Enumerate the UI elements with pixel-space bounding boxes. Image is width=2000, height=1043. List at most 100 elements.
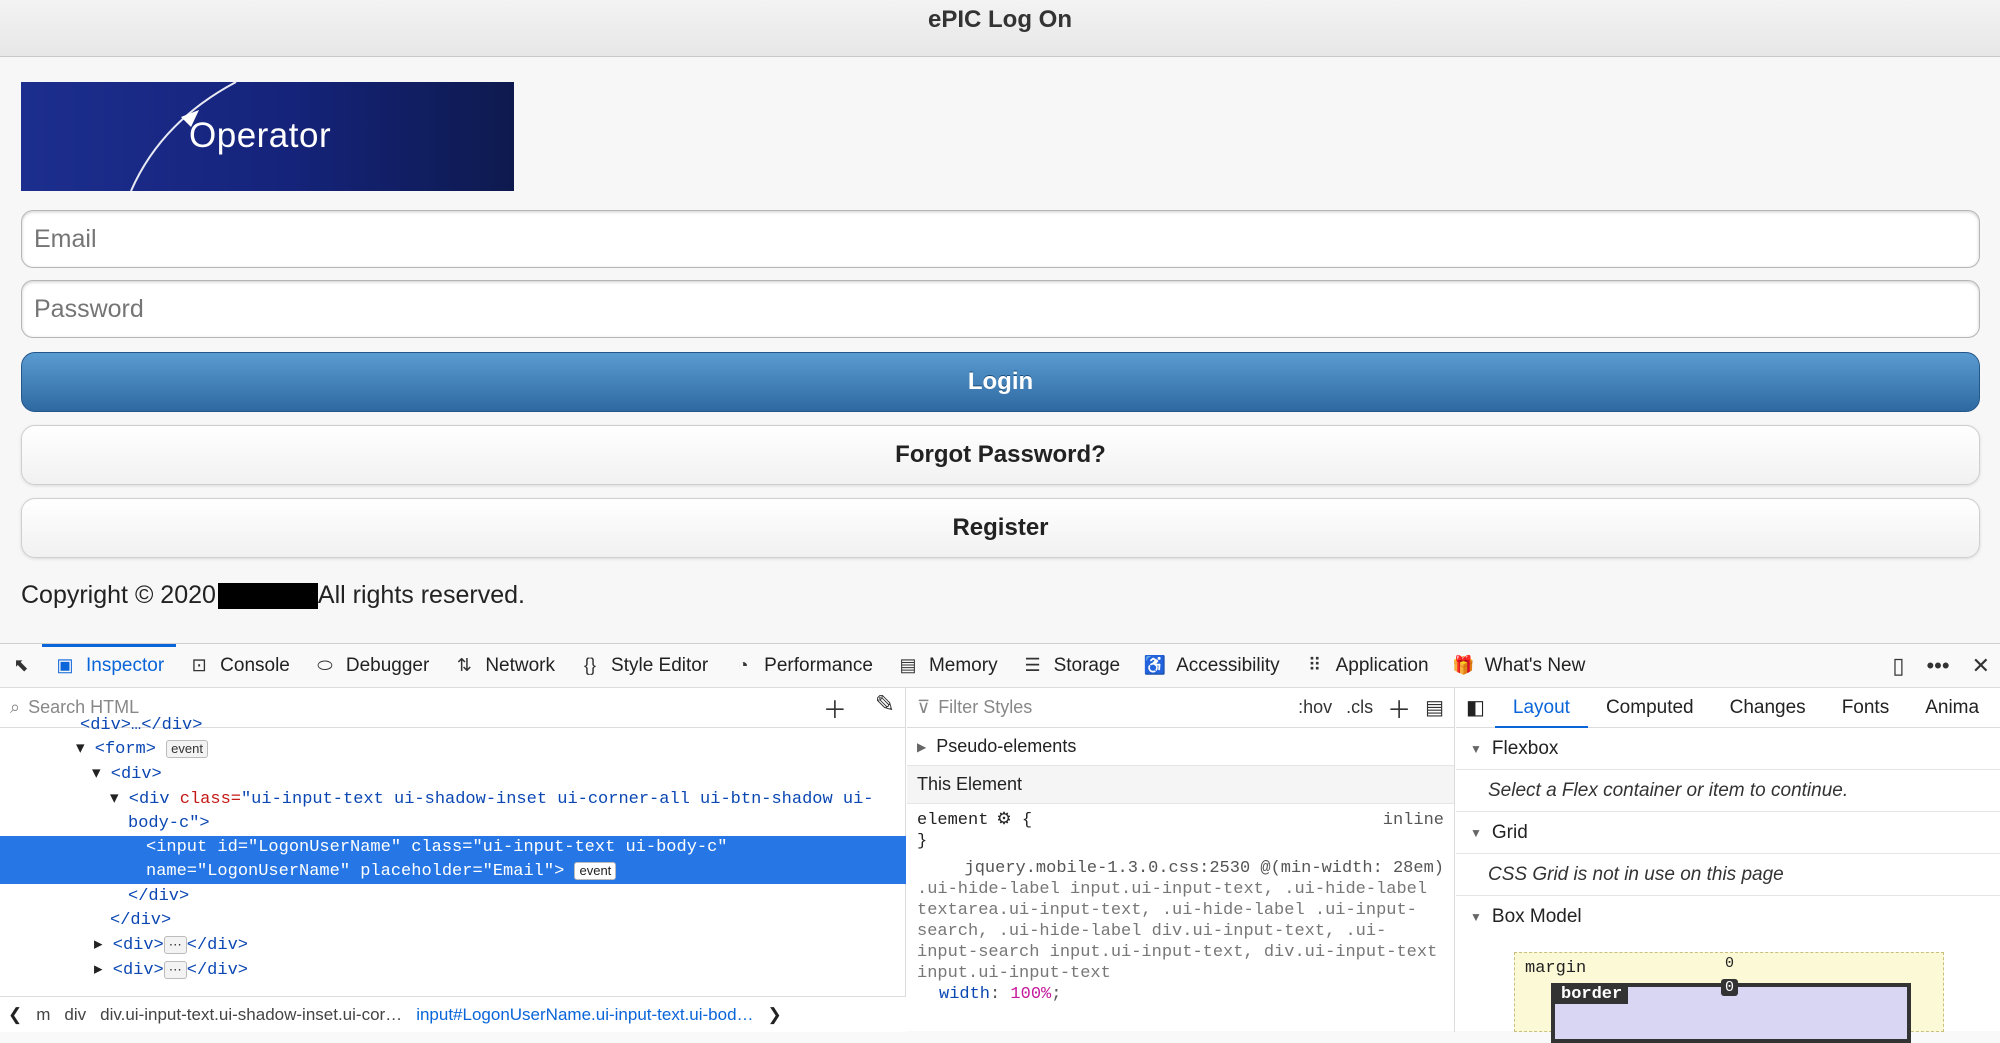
tab-fonts[interactable]: Fonts <box>1824 688 1908 728</box>
ellipsis-badge[interactable]: ⋯ <box>163 961 187 979</box>
pseudo-elements-row[interactable]: ▶ Pseudo-elements <box>907 728 1454 766</box>
tag-text: <form> <box>94 740 156 759</box>
tab-inspector[interactable]: ▣ Inspector <box>42 643 177 688</box>
tab-label: Storage <box>1053 654 1121 676</box>
tab-application[interactable]: ⠿ Application <box>1292 644 1441 688</box>
performance-icon: ◔ <box>737 655 749 675</box>
tab-storage[interactable]: ☰ Storage <box>1010 644 1133 688</box>
border-label: border <box>1555 985 1629 1004</box>
login-button[interactable]: Login <box>21 352 1980 412</box>
scroll-left-icon[interactable]: ❮ <box>8 1005 22 1025</box>
tree-node[interactable]: <div>…</div> <box>0 714 906 738</box>
css-value: 100% <box>1010 985 1052 1004</box>
tab-label: Memory <box>928 654 998 676</box>
breadcrumb-item[interactable]: div.ui-input-text.ui-shadow-inset.ui-cor… <box>100 1005 402 1025</box>
element-picker-button[interactable]: ⬉ <box>0 644 42 688</box>
flexbox-section-header[interactable]: ▼ Flexbox <box>1456 728 2000 770</box>
tree-node-collapsed[interactable]: ▸ <div> ⋯ </div> <box>0 959 906 983</box>
tree-node-continued: body-c"> <box>0 812 906 836</box>
tag-text: </div> <box>110 911 172 930</box>
breadcrumb-item[interactable]: div <box>64 1005 86 1025</box>
tag-text: </div> <box>186 961 248 980</box>
inline-source[interactable]: inline <box>1383 810 1444 831</box>
tab-label: Inspector <box>86 654 165 676</box>
tag-text: <div> <box>112 936 164 955</box>
operator-logo: Operator <box>21 82 514 191</box>
tab-layout[interactable]: Layout <box>1494 688 1589 728</box>
tab-accessibility[interactable]: ♿ Accessibility <box>1132 644 1291 688</box>
tag-text: </div> <box>128 887 190 906</box>
tab-label: Application <box>1335 654 1429 676</box>
register-button[interactable]: Register <box>21 498 1980 558</box>
tab-computed[interactable]: Computed <box>1588 688 1712 728</box>
tree-node-div-class[interactable]: ▾ <div class="ui-input-text ui-shadow-in… <box>0 788 906 812</box>
tab-animations[interactable]: Anima <box>1907 688 1997 728</box>
tree-node-selected-input[interactable]: <input id="LogonUserName" class="ui-inpu… <box>0 836 906 884</box>
responsive-design-icon[interactable]: ▯ <box>1892 653 1904 679</box>
tree-node-div[interactable]: ▾ <div> <box>0 763 906 787</box>
filter-icon: ⊽ <box>917 697 931 717</box>
layout-sidebar: ◧ Layout Computed Changes Fonts Anima ▼ F… <box>1456 688 2000 1043</box>
tab-memory[interactable]: ▤ Memory <box>885 644 1010 688</box>
rule-close: } <box>917 832 928 851</box>
tag-text: <div <box>128 790 180 809</box>
add-rule-icon[interactable]: ＋ <box>1387 690 1411 725</box>
forgot-password-button[interactable]: Forgot Password? <box>21 425 1980 485</box>
element-rule: element ⚙ { inline <box>917 810 1444 831</box>
selected-line-1: <input id="LogonUserName" class="ui-inpu… <box>146 838 728 857</box>
expand-icon: ▶ <box>917 739 927 754</box>
event-badge[interactable]: event <box>574 862 617 880</box>
accessibility-icon: ♿ <box>1143 655 1167 675</box>
tab-performance[interactable]: ◔ Performance <box>720 644 885 688</box>
this-element-label: This Element <box>917 774 1023 794</box>
scroll-right-icon[interactable]: ❯ <box>768 1005 782 1025</box>
close-icon[interactable]: ✕ <box>1972 653 1990 679</box>
tab-debugger[interactable]: ⬭ Debugger <box>302 644 441 688</box>
debugger-icon: ⬭ <box>317 655 333 675</box>
border-box: border 0 <box>1551 979 1911 1043</box>
filter-styles-input[interactable]: Filter Styles <box>938 697 1032 718</box>
pseudo-elements-label: Pseudo-elements <box>936 736 1077 756</box>
network-icon: ⇅ <box>456 655 472 675</box>
tab-console[interactable]: ⊡ Console <box>176 644 302 688</box>
cls-toggle[interactable]: .cls <box>1346 697 1373 718</box>
hov-toggle[interactable]: :hov <box>1298 697 1332 718</box>
ellipsis-badge[interactable]: ⋯ <box>163 936 187 954</box>
print-media-icon[interactable]: ▤ <box>1425 695 1444 720</box>
tree-node-close[interactable]: </div> <box>0 909 906 933</box>
tab-label: Accessibility <box>1176 654 1280 676</box>
breadcrumb-item[interactable]: input#LogonUserName.ui-input-text.ui-bod… <box>416 1005 753 1025</box>
this-element-header: This Element <box>907 766 1454 804</box>
tab-whats-new[interactable]: 🎁 What's New <box>1441 644 1598 688</box>
more-options-icon[interactable]: ••• <box>1926 653 1949 679</box>
password-field[interactable] <box>21 280 1980 338</box>
section-title: Flexbox <box>1491 737 1559 759</box>
tree-node-collapsed[interactable]: ▸ <div> ⋯ </div> <box>0 934 906 958</box>
tab-changes[interactable]: Changes <box>1712 688 1824 728</box>
devtools-panel: ⬉ ▣ Inspector ⊡ Console ⬭ Debugger ⇅ Network… <box>0 643 2000 1043</box>
rule-selector: .ui-hide-label input.ui-input-text, .ui-… <box>917 880 1438 983</box>
tab-style-editor[interactable]: {} Style Editor <box>567 644 720 688</box>
tab-network[interactable]: ⇅ Network <box>441 644 567 688</box>
event-badge[interactable]: event <box>166 740 208 758</box>
collapse-icon: ▼ <box>1470 825 1482 840</box>
tree-node-close[interactable]: </div> <box>0 885 906 909</box>
css-property: width <box>939 985 991 1004</box>
margin-top-value[interactable]: 0 <box>1725 955 1734 972</box>
rule-source[interactable]: jquery.mobile-1.3.0.css:2530 @(min-width… <box>907 858 1454 879</box>
box-model-section-header[interactable]: ▼ Box Model <box>1456 896 2000 938</box>
email-field[interactable] <box>21 210 1980 268</box>
breadcrumb-item[interactable]: m <box>36 1005 50 1025</box>
border-top-value[interactable]: 0 <box>1721 979 1739 996</box>
tree-node-form[interactable]: ▾ <form> event <box>0 738 906 762</box>
rule-declaration[interactable]: width: 100%; <box>907 984 1454 1005</box>
attr-value: body-c"> <box>128 814 210 833</box>
element-selector: element <box>917 811 989 830</box>
memory-icon: ▤ <box>899 655 917 675</box>
toggle-sidebar-icon[interactable]: ◧ <box>1456 695 1495 720</box>
gift-icon: 🎁 <box>1452 655 1475 675</box>
devtools-toolbar: ⬉ ▣ Inspector ⊡ Console ⬭ Debugger ⇅ Network… <box>0 643 2000 688</box>
grid-section-header[interactable]: ▼ Grid <box>1456 812 2000 854</box>
redacted-block <box>217 582 318 609</box>
storage-icon: ☰ <box>1024 655 1041 675</box>
